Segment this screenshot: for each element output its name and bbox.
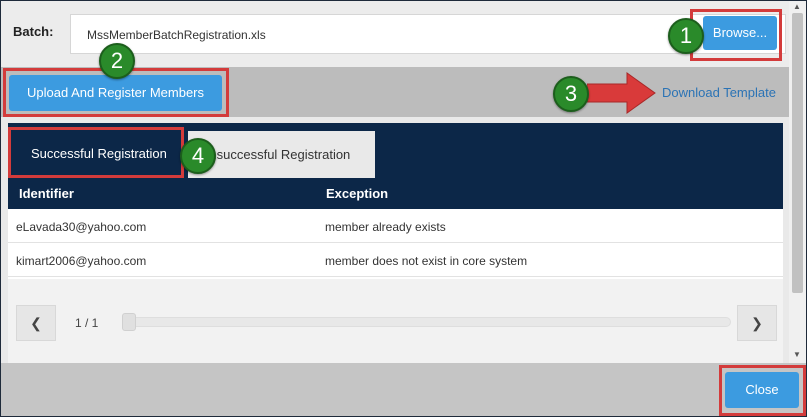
prev-page-button[interactable]: ❮ <box>16 305 56 341</box>
tab-successful-registration[interactable]: Successful Registration <box>11 130 181 178</box>
dialog-footer: Close <box>1 363 806 416</box>
batch-file-name: MssMemberBatchRegistration.xls <box>87 28 266 42</box>
chevron-right-icon: ❯ <box>751 315 763 331</box>
callout-badge-1: 1 <box>668 18 704 54</box>
chevron-left-icon: ❮ <box>30 315 42 331</box>
callout-badge-3: 3 <box>553 76 589 112</box>
callout-badge-4: 4 <box>180 138 216 174</box>
column-header-exception[interactable]: Exception <box>326 186 388 201</box>
column-header-identifier[interactable]: Identifier <box>19 186 74 201</box>
upload-register-button[interactable]: Upload And Register Members <box>9 75 222 111</box>
scroll-down-arrow-icon[interactable]: ▼ <box>793 350 801 359</box>
batch-registration-dialog: Batch: MssMemberBatchRegistration.xls Br… <box>0 0 807 417</box>
close-button[interactable]: Close <box>725 372 799 408</box>
next-page-button[interactable]: ❯ <box>737 305 777 341</box>
browse-button[interactable]: Browse... <box>703 16 777 50</box>
exception-cell: member already exists <box>325 220 446 234</box>
results-table: eLavada30@yahoo.com member already exist… <box>8 209 783 279</box>
tab-unsuccessful-registration[interactable]: Unsuccessful Registration <box>188 131 375 178</box>
pager: ❮ 1 / 1 ❯ <box>8 279 783 364</box>
page-indicator: 1 / 1 <box>75 316 99 330</box>
vertical-scrollbar[interactable]: ▲ ▼ <box>789 1 806 363</box>
batch-label: Batch: <box>13 24 54 39</box>
identifier-cell: eLavada30@yahoo.com <box>16 220 147 234</box>
scroll-up-arrow-icon[interactable]: ▲ <box>793 2 801 11</box>
callout-badge-2: 2 <box>99 43 135 79</box>
identifier-cell: kimart2006@yahoo.com <box>16 254 147 268</box>
exception-cell: member does not exist in core system <box>325 254 528 268</box>
download-template-link[interactable]: Download Template <box>662 85 776 100</box>
red-arrow-icon <box>587 72 656 114</box>
pager-scroll-thumb[interactable] <box>122 313 136 331</box>
table-row[interactable]: kimart2006@yahoo.com member does not exi… <box>8 243 783 277</box>
pager-scroll-track[interactable] <box>123 317 731 327</box>
scrollbar-thumb[interactable] <box>792 13 803 293</box>
table-row[interactable]: eLavada30@yahoo.com member already exist… <box>8 209 783 243</box>
